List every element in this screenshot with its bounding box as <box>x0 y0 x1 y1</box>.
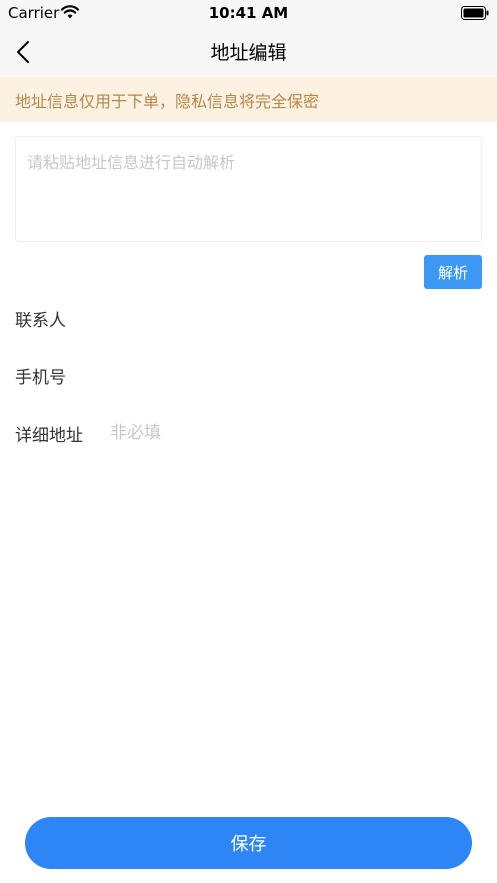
paste-address-box <box>15 136 482 242</box>
paste-address-textarea[interactable] <box>16 137 481 241</box>
contact-row: 联系人 <box>15 302 482 334</box>
phone-label: 手机号 <box>15 368 66 388</box>
status-bar: Carrier 10:41 AM <box>0 0 497 26</box>
parse-button[interactable]: 解析 <box>424 255 482 289</box>
contact-input[interactable] <box>108 302 482 334</box>
nav-bar: 地址编辑 <box>0 26 497 77</box>
battery-icon <box>461 5 489 24</box>
contact-label: 联系人 <box>15 311 66 331</box>
privacy-notice-text: 地址信息仅用于下单，隐私信息将完全保密 <box>15 92 320 111</box>
page-title: 地址编辑 <box>210 42 287 64</box>
phone-input[interactable] <box>108 359 482 391</box>
privacy-notice-bar: 地址信息仅用于下单，隐私信息将完全保密 <box>0 77 497 122</box>
address-row: 详细地址 <box>15 417 482 449</box>
address-label: 详细地址 <box>15 426 83 446</box>
status-time: 10:41 AM <box>208 4 289 22</box>
phone-row: 手机号 <box>15 359 482 391</box>
save-button[interactable]: 保存 <box>25 817 472 869</box>
address-input[interactable] <box>108 417 482 449</box>
